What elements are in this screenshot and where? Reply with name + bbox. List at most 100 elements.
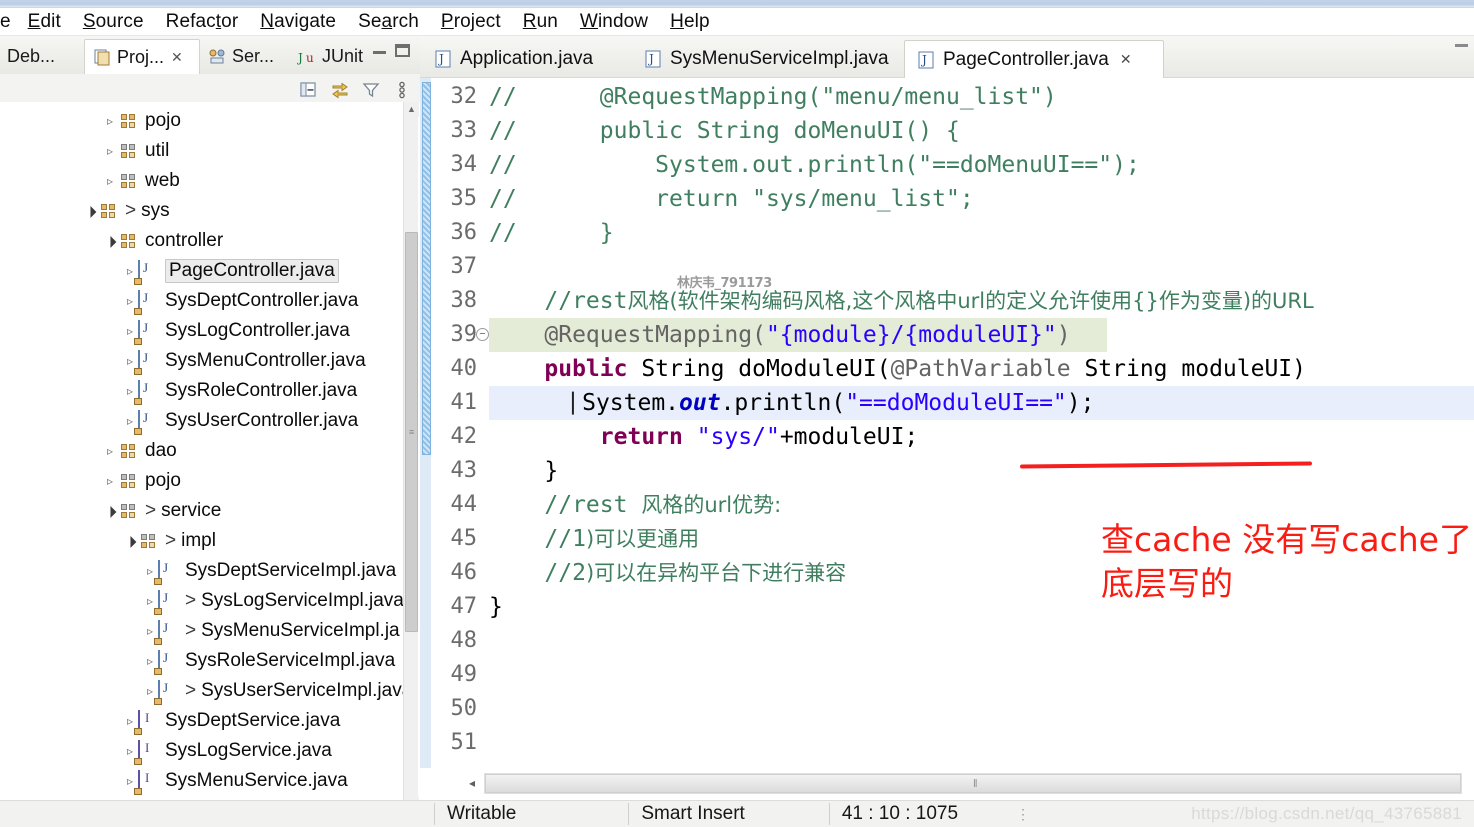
collapse-all-icon[interactable] — [299, 80, 319, 100]
chevron-right-icon[interactable]: ▹ — [102, 474, 118, 488]
chevron-right-icon[interactable]: ▹ — [102, 114, 118, 128]
menu-help-item[interactable]: Help — [659, 11, 720, 33]
tree-file-item[interactable]: ▹ SysDeptService.java — [0, 706, 420, 736]
chevron-right-icon[interactable]: ▹ — [122, 384, 138, 398]
chevron-right-icon[interactable]: ▹ — [102, 144, 118, 158]
chevron-right-icon[interactable]: ▹ — [122, 414, 138, 428]
tree-package-item[interactable]: ▹ >SysMenuServiceImpl.ja — [0, 616, 420, 646]
maximize-icon[interactable] — [395, 44, 410, 57]
tree-package-item[interactable]: ◢ > impl — [0, 526, 420, 556]
view-tab-label: JUnit — [322, 46, 364, 66]
code-line[interactable]: return "sys/"+moduleUI; — [489, 420, 919, 454]
code-token: "==doModuleUI==" — [845, 390, 1067, 416]
editor-tab-applicationjava[interactable]: J Application.java — [422, 40, 630, 78]
view-tab-ser[interactable]: Ser... — [200, 39, 290, 74]
chevron-right-icon[interactable]: ▹ — [122, 714, 138, 728]
view-tab-deb[interactable]: Deb... — [0, 39, 84, 74]
code-line[interactable]: // } — [489, 216, 614, 250]
editor-minimize-icon[interactable] — [1455, 44, 1468, 47]
fold-collapse-icon[interactable]: − — [476, 328, 489, 341]
tree-file-item[interactable]: ▹ SysLogService.java — [0, 736, 420, 766]
chevron-right-icon[interactable]: ▹ — [122, 294, 138, 308]
tree-package-item[interactable]: ◢ controller — [0, 226, 420, 256]
code-line[interactable]: //rest风格(软件架构编码风格,这个风格中url的定义允许使用{}作为变量)… — [489, 284, 1313, 318]
menu-navigate-item[interactable]: Navigate — [249, 11, 347, 33]
tree-file-item[interactable]: ▹ SysUserController.java — [0, 406, 420, 436]
tree-file-item[interactable]: ▹ >SysLogServiceImpl.java — [0, 586, 420, 616]
code-text-area[interactable]: 林庆韦_791173 查cache 没有写cache了 底层写的 // @Req… — [489, 78, 1474, 768]
tree-package-item[interactable]: ▹ web — [0, 166, 420, 196]
chevron-right-icon[interactable]: ▹ — [142, 624, 158, 638]
tree-file-item[interactable]: ▹ PageController.java — [0, 256, 420, 286]
tree-package-item[interactable]: ◢ > sys — [0, 196, 420, 226]
tree-file-item[interactable]: ▹ SysMenuController.java — [0, 346, 420, 376]
tree-vertical-scrollbar[interactable]: ▲ ≡ ▼ — [403, 102, 419, 812]
tree-file-item[interactable]: ▹ >SysUserServiceImpl.java — [0, 676, 420, 706]
code-line[interactable]: ⎸System.out.println("==doModuleUI=="); — [489, 386, 1474, 420]
line-number: 45 — [450, 526, 478, 551]
filter-icon[interactable] — [361, 80, 381, 100]
chevron-right-icon[interactable]: ▹ — [142, 594, 158, 608]
hscroll-left-arrow[interactable]: ◂ — [462, 773, 482, 793]
tree-file-item[interactable]: ▹ SysRoleServiceImpl.java — [0, 646, 420, 676]
menu-e-item[interactable]: e — [0, 11, 17, 33]
menu-run-item[interactable]: Run — [512, 11, 569, 33]
tree-package-item[interactable]: ▹ pojo — [0, 466, 420, 496]
view-menu-icon[interactable] — [392, 80, 412, 100]
scroll-up-arrow[interactable]: ▲ — [404, 102, 419, 117]
code-line[interactable]: // return "sys/menu_list"; — [489, 182, 974, 216]
tree-file-item[interactable]: ▹ SysDeptController.java — [0, 286, 420, 316]
hscroll-thumb[interactable]: ‖ — [485, 774, 1461, 793]
status-more-icon[interactable]: ⋮ — [1006, 806, 1042, 823]
chevron-right-icon[interactable]: ▹ — [142, 684, 158, 698]
code-line[interactable]: } — [489, 590, 503, 624]
editor-tab-pagecontrollerjava[interactable]: J PageController.java ✕ — [904, 40, 1164, 78]
code-token: return — [599, 424, 697, 450]
code-line[interactable]: } — [489, 454, 558, 488]
menu-source-item[interactable]: Source — [72, 11, 155, 33]
chevron-right-icon[interactable]: ▹ — [142, 564, 158, 578]
menu-refactor-item[interactable]: Refactor — [155, 11, 250, 33]
tree-file-item[interactable]: ▹ SysRoleController.java — [0, 376, 420, 406]
close-icon[interactable]: ✕ — [1120, 51, 1132, 68]
chevron-right-icon[interactable]: ▹ — [102, 444, 118, 458]
svg-text:u: u — [306, 51, 314, 65]
code-line[interactable]: // @RequestMapping("menu/menu_list") — [489, 80, 1057, 114]
scrollbar-thumb[interactable]: ≡ — [405, 232, 418, 632]
view-tab-junit[interactable]: Ju JUnit — [290, 39, 386, 74]
chevron-right-icon[interactable]: ▹ — [122, 774, 138, 788]
chevron-right-icon[interactable]: ▹ — [122, 354, 138, 368]
view-tab-proj[interactable]: Proj... ✕ — [84, 39, 200, 74]
tree-file-item[interactable]: ▹ SysLogController.java — [0, 316, 420, 346]
code-line[interactable]: @RequestMapping("{module}/{moduleUI}") — [489, 318, 1107, 352]
close-icon[interactable]: ✕ — [171, 49, 183, 66]
code-line[interactable]: //2)可以在异构平台下进行兼容 — [489, 556, 846, 590]
tree-file-item[interactable]: ▹ SysMenuService.java — [0, 766, 420, 796]
minimize-icon[interactable] — [373, 51, 386, 54]
editor-tab-sysmenuserviceimpljava[interactable]: J SysMenuServiceImpl.java — [632, 40, 902, 78]
code-line[interactable]: //1)可以更通用 — [489, 522, 699, 556]
tree-package-item[interactable]: ◢ > service — [0, 496, 420, 526]
code-line[interactable]: // System.out.println("==doMenuUI=="); — [489, 148, 1140, 182]
editor-horizontal-scrollbar[interactable]: ◂ ‖ — [420, 768, 1474, 800]
tree-package-item[interactable]: ▹ dao — [0, 436, 420, 466]
chevron-right-icon[interactable]: ▹ — [122, 744, 138, 758]
tree-package-item[interactable]: ▹ util — [0, 136, 420, 166]
tree-package-item[interactable]: ▹ pojo — [0, 106, 420, 136]
chevron-right-icon[interactable]: ▹ — [142, 654, 158, 668]
code-line[interactable]: //rest 风格的url优势: — [489, 488, 781, 522]
link-with-editor-icon[interactable] — [330, 80, 350, 100]
code-line[interactable]: // public String doMenuUI() { — [489, 114, 960, 148]
chevron-right-icon[interactable]: ▹ — [122, 264, 138, 278]
menu-project-item[interactable]: Project — [430, 11, 512, 33]
menu-search-item[interactable]: Search — [347, 11, 430, 33]
panel-window-buttons[interactable] — [373, 42, 410, 57]
code-line[interactable]: public String doModuleUI(@PathVariable S… — [489, 352, 1306, 386]
tree-file-item[interactable]: ▹ SysDeptServiceImpl.java — [0, 556, 420, 586]
menu-window-item[interactable]: Window — [569, 11, 659, 33]
menu-edit-item[interactable]: Edit — [17, 11, 72, 33]
chevron-right-icon[interactable]: ▹ — [102, 174, 118, 188]
project-tree[interactable]: ▹ pojo ▹ util ▹ web ◢>sys◢controller ▹ PageContr… — [0, 102, 420, 812]
hscroll-track[interactable]: ‖ — [484, 773, 1462, 794]
chevron-right-icon[interactable]: ▹ — [122, 324, 138, 338]
